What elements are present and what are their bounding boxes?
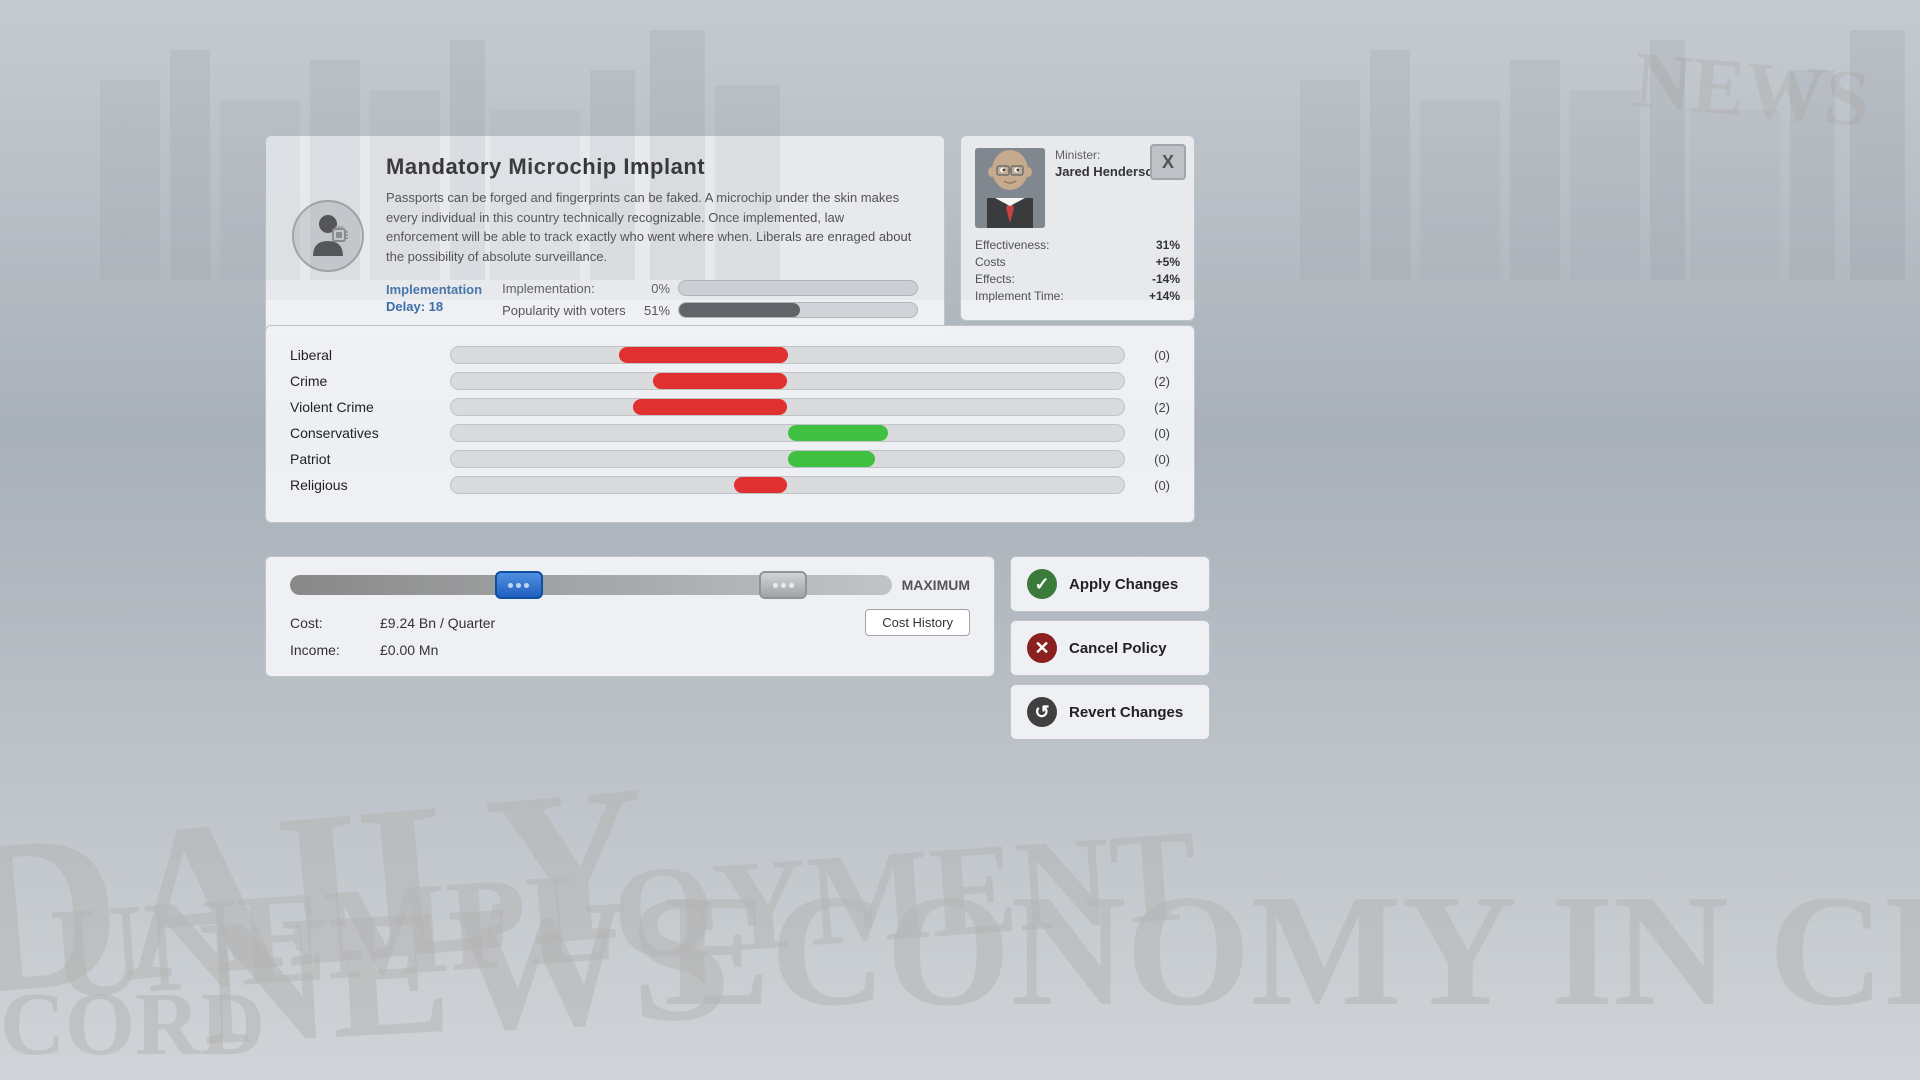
skyline (0, 0, 1920, 300)
newspaper-word-cord: CORD (0, 980, 265, 1070)
newspaper-word-economy: ECONOMY IN CR (664, 870, 1920, 1030)
